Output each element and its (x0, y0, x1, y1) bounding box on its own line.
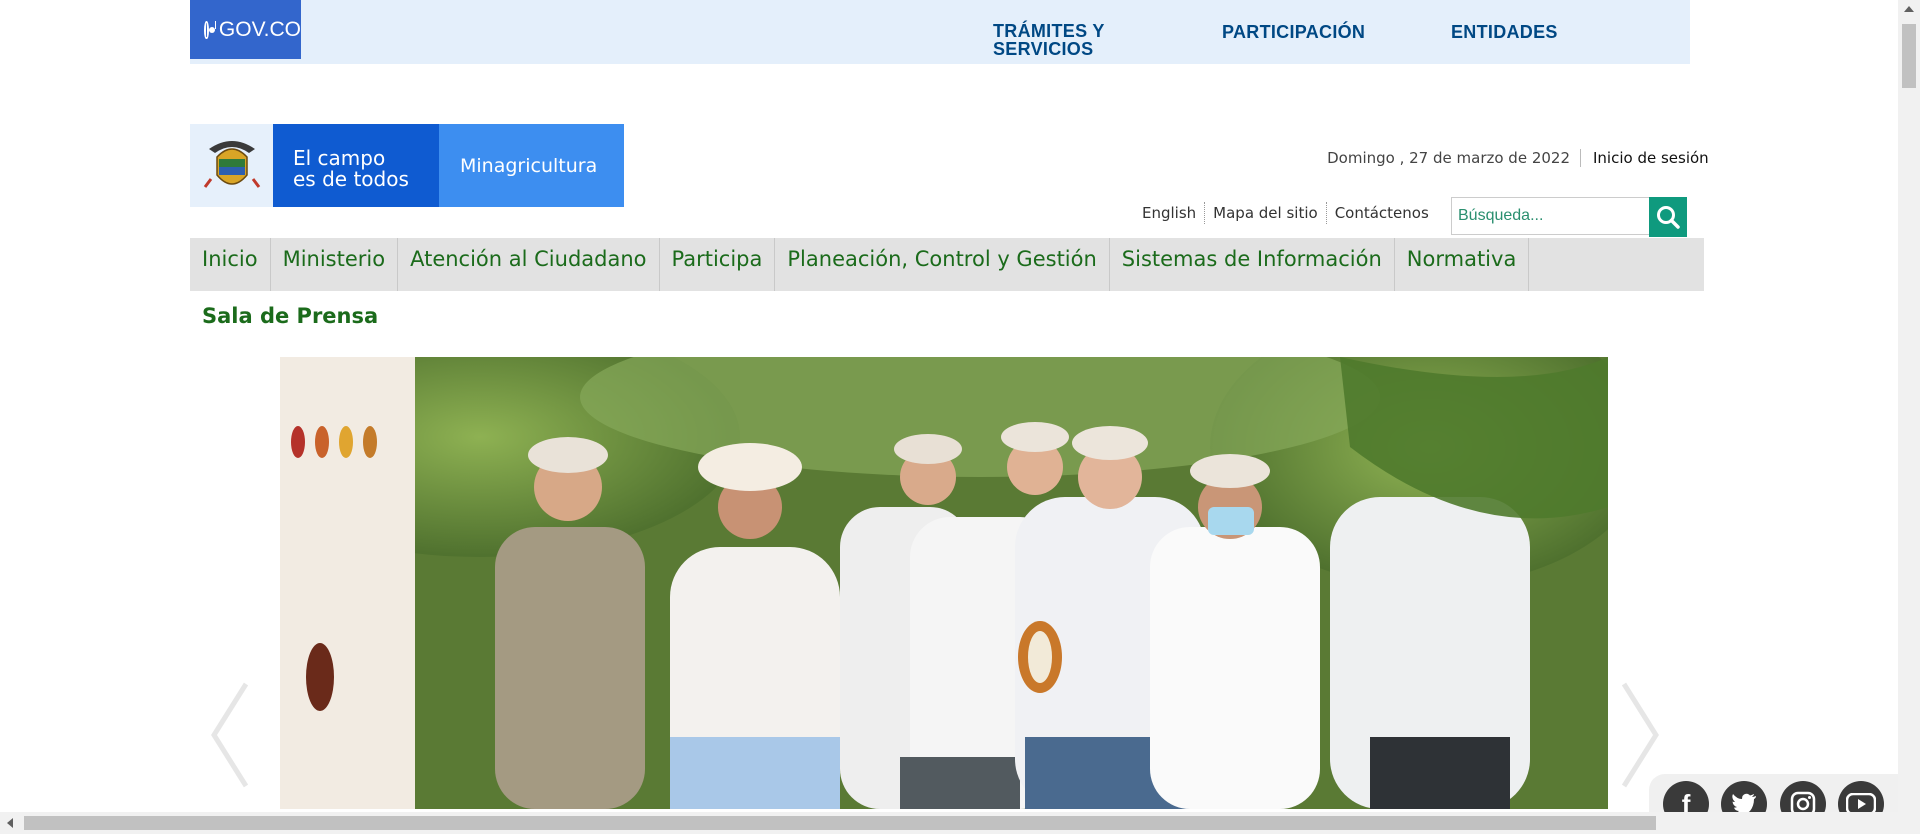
nav-atencion-ciudadano[interactable]: Atención al Ciudadano (398, 238, 660, 291)
nav-participa[interactable]: Participa (660, 238, 776, 291)
gov-nav-participacion[interactable]: PARTICIPACIÓN (1222, 22, 1365, 43)
ministry-name: Minagricultura (439, 124, 624, 207)
scroll-up-icon[interactable] (1904, 6, 1914, 12)
search-button[interactable] (1649, 197, 1687, 237)
nav-ministerio[interactable]: Ministerio (271, 238, 399, 291)
horizontal-scrollbar[interactable] (0, 812, 1898, 834)
ministry-brand-logo[interactable]: El campo es de todos Minagricultura (190, 124, 624, 207)
slider-prev-button[interactable] (210, 680, 250, 790)
login-link[interactable]: Inicio de sesión (1580, 149, 1709, 167)
search-input[interactable] (1451, 197, 1649, 235)
section-title: Sala de Prensa (202, 304, 379, 328)
nav-planeacion[interactable]: Planeación, Control y Gestión (775, 238, 1110, 291)
colombia-seal-icon (204, 20, 215, 39)
gov-nav-entidades[interactable]: ENTIDADES (1451, 22, 1558, 43)
search-box (1451, 197, 1687, 237)
slider-next-button[interactable] (1620, 680, 1660, 790)
search-icon (1657, 206, 1680, 229)
hero-slide-image[interactable] (280, 357, 1608, 809)
brand-slogan-line2: es de todos (293, 167, 409, 191)
nav-normativa[interactable]: Normativa (1395, 238, 1530, 291)
chevron-left-icon (211, 682, 249, 788)
brand-slogan-line1: El campo (293, 146, 386, 170)
vertical-scrollbar[interactable] (1898, 0, 1920, 834)
main-nav: Inicio Ministerio Atención al Ciudadano … (190, 238, 1704, 291)
current-date: Domingo , 27 de marzo de 2022 (1327, 149, 1570, 167)
scroll-left-icon[interactable] (7, 818, 13, 828)
vertical-scroll-thumb[interactable] (1902, 24, 1916, 88)
gov-co-logo[interactable]: GOV.CO (190, 0, 301, 59)
gov-top-bar: GOV.CO TRÁMITES Y SERVICIOS PARTICIPACIÓ… (190, 0, 1690, 64)
gov-co-logo-text: GOV.CO (218, 17, 301, 41)
nav-sistemas-informacion[interactable]: Sistemas de Información (1110, 238, 1395, 291)
coat-of-arms-icon (190, 124, 273, 207)
utility-links: English Mapa del sitio Contáctenos (1134, 202, 1437, 224)
english-link[interactable]: English (1134, 202, 1206, 224)
gov-nav-tramites[interactable]: TRÁMITES Y SERVICIOS (993, 22, 1153, 58)
site-map-link[interactable]: Mapa del sitio (1205, 202, 1327, 224)
nav-inicio[interactable]: Inicio (190, 238, 271, 291)
brand-slogan: El campo es de todos (273, 124, 439, 207)
contact-link[interactable]: Contáctenos (1327, 202, 1437, 224)
horizontal-scroll-thumb[interactable] (24, 816, 1656, 830)
chevron-right-icon (1621, 682, 1659, 788)
hero-photo (280, 357, 1608, 809)
